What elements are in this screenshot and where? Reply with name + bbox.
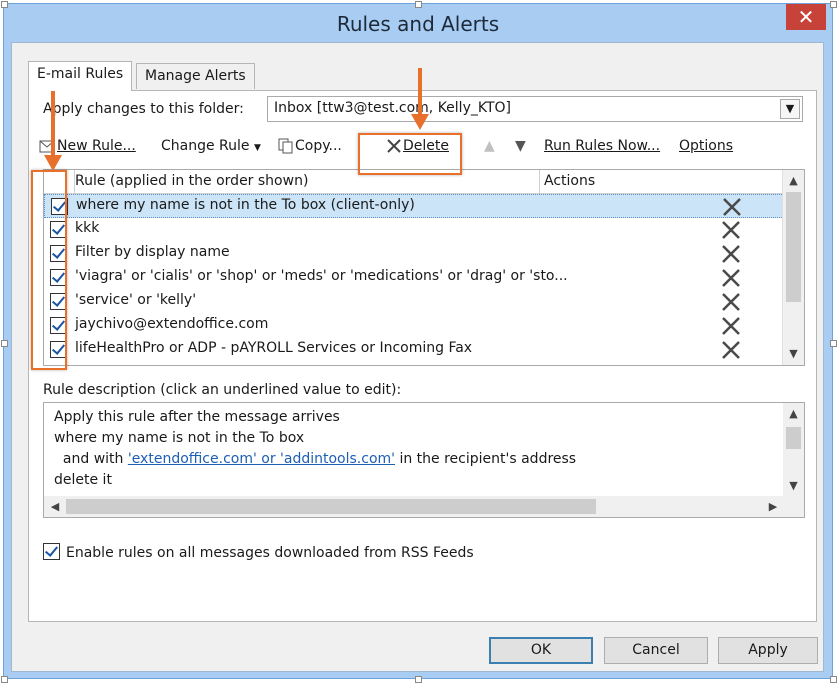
selection-handle: [1, 676, 8, 683]
rules-list-scrollbar[interactable]: ▲ ▼: [782, 170, 804, 365]
rule-name: where my name is not in the To box (clie…: [76, 197, 415, 213]
column-divider[interactable]: [539, 170, 540, 193]
rule-enabled-checkbox[interactable]: [51, 198, 68, 215]
run-rules-now-button[interactable]: Run Rules Now...: [544, 135, 660, 157]
description-line: where my name is not in the To box: [54, 430, 305, 446]
rule-enabled-checkbox[interactable]: [50, 341, 67, 358]
recipient-address-link[interactable]: 'extendoffice.com' or 'addintools.com': [128, 451, 395, 467]
scroll-down-icon[interactable]: ▼: [783, 345, 804, 363]
ok-button[interactable]: OK: [489, 637, 593, 664]
delete-label: Delete: [403, 138, 449, 154]
scroll-left-icon[interactable]: ◀: [46, 496, 64, 517]
rules-list[interactable]: Rule (applied in the order shown) Action…: [43, 169, 805, 366]
apply-button[interactable]: Apply: [718, 637, 818, 664]
scrollbar-thumb[interactable]: [66, 499, 596, 514]
rss-checkbox[interactable]: [43, 543, 60, 560]
rule-name: 'viagra' or 'cialis' or 'shop' or 'meds'…: [75, 268, 568, 284]
new-rule-label: New Rule...: [57, 138, 136, 154]
rule-enabled-checkbox[interactable]: [50, 221, 67, 238]
copy-icon: [277, 137, 295, 155]
selection-handle: [415, 1, 422, 8]
delete-x-icon: [720, 267, 742, 289]
selection-handle: [830, 340, 837, 347]
rule-description-label: Rule description (click an underlined va…: [43, 382, 402, 398]
rule-name: Filter by display name: [75, 244, 230, 260]
delete-x-icon: [720, 291, 742, 313]
folder-label: Apply changes to this folder:: [43, 101, 244, 117]
scroll-up-icon[interactable]: ▲: [783, 405, 804, 423]
rule-enabled-checkbox[interactable]: [50, 245, 67, 262]
rule-enabled-checkbox[interactable]: [50, 317, 67, 334]
selection-handle: [415, 676, 422, 683]
rule-name: 'service' or 'kelly': [75, 292, 197, 308]
delete-icon: [385, 137, 403, 155]
description-line: delete it: [54, 472, 112, 488]
move-up-arrow-icon[interactable]: ▲: [484, 135, 495, 157]
folder-dropdown[interactable]: Inbox [ttw3@test.com, Kelly_KTO] ▼: [267, 96, 803, 122]
selection-handle: [830, 676, 837, 683]
scrollbar-thumb[interactable]: [786, 192, 801, 302]
delete-x-icon: [720, 243, 742, 265]
delete-x-icon: [720, 219, 742, 241]
email-rules-panel: Apply changes to this folder: Inbox [ttw…: [28, 90, 817, 622]
cancel-button[interactable]: Cancel: [604, 637, 708, 664]
rule-row[interactable]: kkk: [44, 218, 784, 242]
rule-row[interactable]: jaychivo@extendoffice.com: [44, 314, 784, 338]
rss-option[interactable]: Enable rules on all messages downloaded …: [43, 540, 474, 561]
rule-name: lifeHealthPro or ADP - pAYROLL Services …: [75, 340, 473, 356]
description-hscrollbar[interactable]: ◀ ▶: [44, 496, 784, 517]
title-bar: Rules and Alerts ✕: [4, 4, 832, 44]
scrollbar-thumb[interactable]: [786, 427, 801, 449]
actions-column-header[interactable]: Actions: [544, 173, 595, 189]
copy-button[interactable]: Copy...: [277, 135, 342, 157]
new-rule-icon: [39, 138, 57, 154]
tab-email-rules[interactable]: E-mail Rules: [28, 61, 133, 91]
delete-x-icon: [720, 315, 742, 337]
rule-row[interactable]: 'viagra' or 'cialis' or 'shop' or 'meds'…: [44, 266, 784, 290]
checkbox-column-header[interactable]: [44, 170, 75, 193]
delete-x-icon: [720, 339, 742, 361]
rule-row[interactable]: 'service' or 'kelly': [44, 290, 784, 314]
rule-name: jaychivo@extendoffice.com: [75, 316, 269, 332]
rule-enabled-checkbox[interactable]: [50, 293, 67, 310]
folder-value: Inbox [ttw3@test.com, Kelly_KTO]: [274, 100, 511, 116]
delete-x-icon: [721, 196, 743, 218]
rule-row[interactable]: where my name is not in the To box (clie…: [44, 194, 784, 218]
rss-label: Enable rules on all messages downloaded …: [66, 545, 474, 561]
rule-row[interactable]: Filter by display name: [44, 242, 784, 266]
window-title: Rules and Alerts: [336, 12, 500, 36]
scroll-up-icon[interactable]: ▲: [783, 172, 804, 190]
chevron-down-icon: ▼: [253, 143, 261, 153]
change-rule-label: Change Rule: [161, 138, 250, 154]
move-down-arrow-icon[interactable]: ▼: [515, 135, 526, 157]
rule-column-header[interactable]: Rule (applied in the order shown): [75, 173, 308, 189]
description-text: in the recipient's address: [395, 451, 577, 467]
description-text: and with: [54, 451, 128, 467]
copy-label: Copy...: [295, 138, 342, 154]
delete-button[interactable]: Delete: [385, 135, 449, 157]
rule-row[interactable]: lifeHealthPro or ADP - pAYROLL Services …: [44, 338, 784, 362]
rules-and-alerts-dialog: Rules and Alerts ✕ E-mail Rules Manage A…: [3, 3, 833, 679]
selection-handle: [830, 1, 837, 8]
scroll-right-icon[interactable]: ▶: [764, 496, 782, 517]
dialog-client: E-mail Rules Manage Alerts Apply changes…: [11, 42, 824, 672]
new-rule-button[interactable]: New Rule...: [39, 135, 136, 157]
tab-manage-alerts[interactable]: Manage Alerts: [136, 63, 255, 89]
options-button[interactable]: Options: [679, 135, 733, 157]
selection-handle: [1, 1, 8, 8]
rule-description-box: Apply this rule after the message arrive…: [43, 402, 805, 518]
description-line: and with 'extendoffice.com' or 'addintoo…: [54, 451, 576, 467]
rule-enabled-checkbox[interactable]: [50, 269, 67, 286]
scrollbar-corner: [783, 496, 804, 517]
rules-list-header: Rule (applied in the order shown) Action…: [44, 170, 784, 194]
scroll-down-icon[interactable]: ▼: [783, 477, 804, 495]
selection-handle: [1, 340, 8, 347]
description-vscrollbar[interactable]: ▲ ▼: [783, 403, 804, 497]
description-line: Apply this rule after the message arrive…: [54, 409, 340, 425]
rule-name: kkk: [75, 220, 100, 236]
close-button[interactable]: ✕: [786, 4, 826, 30]
chevron-down-icon[interactable]: ▼: [780, 99, 800, 119]
change-rule-button[interactable]: Change Rule ▼: [161, 135, 261, 157]
